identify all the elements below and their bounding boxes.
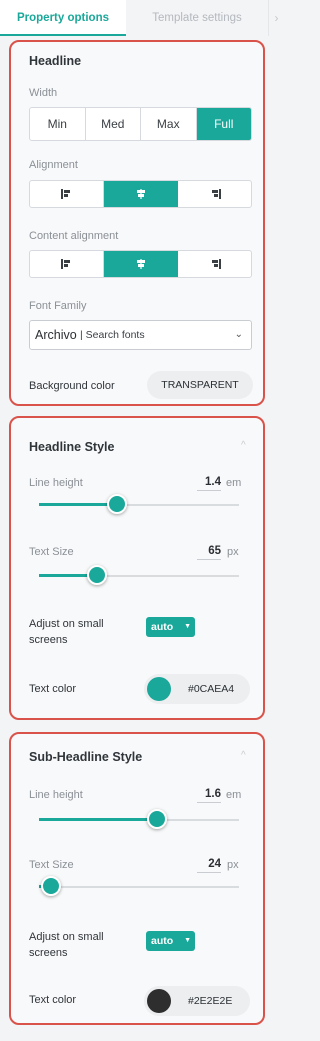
tab-property-options[interactable]: Property options <box>0 0 126 36</box>
text-color-picker[interactable]: #2E2E2E <box>144 986 250 1016</box>
line-height-input[interactable]: 1.4 <box>197 476 221 491</box>
caret-down-icon: ▼ <box>184 623 191 630</box>
content-alignment-label: Content alignment <box>29 230 119 242</box>
align-center-icon <box>135 259 147 269</box>
line-height-slider-handle[interactable] <box>147 809 167 829</box>
line-height-unit: em <box>226 477 242 489</box>
adjust-small-screens-value: auto <box>151 621 174 633</box>
line-height-unit: em <box>226 789 242 801</box>
adjust-small-screens-dropdown[interactable]: auto ▼ <box>146 617 195 637</box>
headline-panel: Headline Width Min Med Max Full Alignmen… <box>9 40 265 406</box>
text-color-label: Text color <box>29 683 77 695</box>
align-left-icon <box>60 189 73 199</box>
text-size-unit: px <box>227 859 239 871</box>
text-size-label: Text Size <box>29 859 74 871</box>
background-color-picker[interactable]: TRANSPARENT <box>147 371 253 399</box>
alignment-selector <box>29 180 252 208</box>
adjust-small-screens-value: auto <box>151 935 174 947</box>
align-left-button[interactable] <box>30 181 104 207</box>
text-size-slider-handle[interactable] <box>87 565 107 585</box>
font-search-hint: | Search fonts <box>80 329 145 341</box>
text-size-input[interactable]: 24 <box>197 858 221 873</box>
line-height-slider-fill <box>39 818 157 821</box>
subheadline-style-panel: Sub-Headline Style ^ Line height 1.6 em … <box>9 732 265 1025</box>
text-color-hex: #2E2E2E <box>188 995 233 1007</box>
align-left-icon <box>60 259 73 269</box>
color-swatch <box>147 677 171 701</box>
chevron-up-icon[interactable]: ^ <box>241 440 246 451</box>
chevron-down-icon: ⌄ <box>234 329 243 340</box>
align-center-button[interactable] <box>104 181 178 207</box>
text-size-unit: px <box>227 546 239 558</box>
width-option-full[interactable]: Full <box>196 108 251 140</box>
alignment-label: Alignment <box>29 159 78 171</box>
text-size-slider[interactable] <box>39 886 239 888</box>
align-right-icon <box>209 189 221 199</box>
caret-down-icon: ▼ <box>184 937 191 944</box>
tabs-scroll-right-icon[interactable]: › <box>268 0 284 36</box>
width-option-min[interactable]: Min <box>30 108 86 140</box>
panel-title: Headline Style <box>29 440 115 454</box>
text-color-hex: #0CAEA4 <box>188 683 235 695</box>
adjust-small-screens-label: Adjust on small screens <box>29 618 104 646</box>
align-center-icon <box>135 189 147 199</box>
width-option-med[interactable]: Med <box>86 108 141 140</box>
tab-bar: Property options Template settings › <box>0 0 284 36</box>
background-color-label: Background color <box>29 380 115 392</box>
font-family-value: Archivo <box>35 328 77 342</box>
adjust-small-screens-dropdown[interactable]: auto ▼ <box>146 931 195 951</box>
width-label: Width <box>29 87 58 99</box>
chevron-up-icon[interactable]: ^ <box>241 750 246 761</box>
align-right-button[interactable] <box>178 181 251 207</box>
line-height-label: Line height <box>29 789 83 801</box>
width-option-max[interactable]: Max <box>141 108 197 140</box>
line-height-slider-fill <box>39 503 117 506</box>
color-swatch <box>147 989 171 1013</box>
content-align-left-button[interactable] <box>30 251 104 277</box>
font-family-label: Font Family <box>29 300 87 312</box>
line-height-slider-handle[interactable] <box>107 494 127 514</box>
width-selector: Min Med Max Full <box>29 107 252 141</box>
line-height-label: Line height <box>29 477 83 489</box>
panel-title: Sub-Headline Style <box>29 750 143 764</box>
line-height-input[interactable]: 1.6 <box>197 788 221 803</box>
text-color-label: Text color <box>29 994 77 1006</box>
content-align-right-button[interactable] <box>178 251 251 277</box>
headline-style-panel: Headline Style ^ Line height 1.4 em Text… <box>9 416 265 720</box>
text-size-label: Text Size <box>29 546 74 558</box>
content-alignment-selector <box>29 250 252 278</box>
font-family-select[interactable]: Archivo | Search fonts ⌄ <box>29 320 252 350</box>
text-size-slider-handle[interactable] <box>41 876 61 896</box>
adjust-small-screens-label: Adjust on small screens <box>29 931 104 959</box>
tab-template-settings[interactable]: Template settings <box>126 0 268 36</box>
panel-title: Headline <box>29 54 82 68</box>
text-color-picker[interactable]: #0CAEA4 <box>144 674 250 704</box>
align-right-icon <box>209 259 221 269</box>
content-align-center-button[interactable] <box>104 251 178 277</box>
text-size-input[interactable]: 65 <box>197 545 221 560</box>
